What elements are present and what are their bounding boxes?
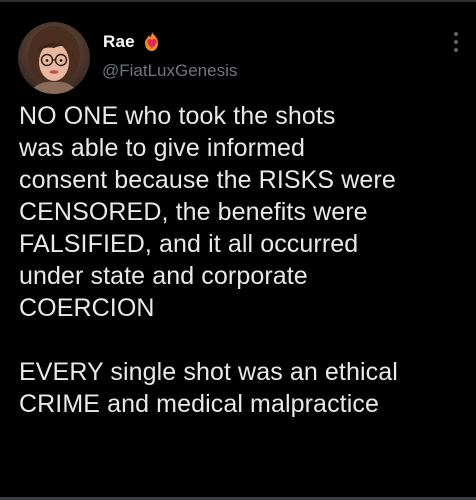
tweet-line: EVERY single shot was an ethical (19, 358, 398, 386)
user-handle[interactable]: @FiatLuxGenesis (102, 61, 237, 81)
author-line: Rae (103, 31, 162, 53)
tweet-line: was able to give informed (19, 134, 305, 162)
display-name[interactable]: Rae (103, 32, 135, 52)
tweet-line: consent because the RISKS were (19, 166, 396, 194)
tweet-line: under state and corporate (19, 262, 308, 290)
tweet-line: NO ONE who took the shots (19, 102, 336, 130)
tweet-line: FALSIFIED, and it all occurred (19, 230, 359, 258)
fire-heart-icon (142, 31, 162, 53)
tweet-body: NO ONE who took the shots was able to gi… (19, 100, 469, 420)
avatar[interactable] (18, 22, 90, 94)
tweet-line: CRIME and medical malpractice (19, 390, 379, 418)
more-options-icon[interactable] (452, 32, 460, 58)
avatar-image (18, 22, 90, 94)
tweet-card: Rae @FiatLuxGenesis NO ONE who took the … (0, 0, 476, 500)
tweet-line: COERCION (19, 294, 155, 322)
tweet-line: CENSORED, the benefits were (19, 198, 368, 226)
